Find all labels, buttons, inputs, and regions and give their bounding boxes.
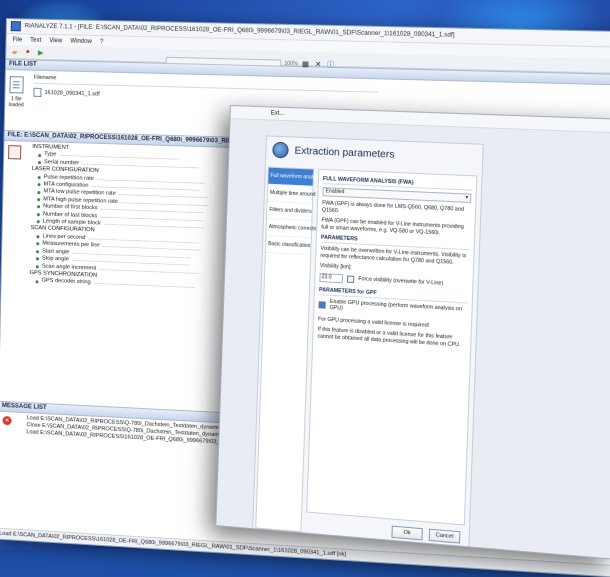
visibility-input[interactable]: 23.0 [319,272,344,283]
bullet-icon [37,205,41,209]
force-visibility-checkbox[interactable] [346,275,355,283]
menu-window[interactable]: Window [70,38,92,45]
menu-text[interactable]: Text [30,37,41,43]
extraction-dialog: Extraction parameters Full waveform anal… [252,135,484,552]
app-icon [10,21,21,32]
nav-full-waveform[interactable]: Full waveform analysis [268,167,322,187]
info-icon[interactable]: ⓘ [326,60,336,69]
progress-bar [165,56,282,67]
bullet-icon [36,250,40,254]
bullet-icon [37,161,42,165]
dialog-backdrop-window: Ext... Extraction parameters Full wavefo… [215,105,610,560]
document-info-icon [8,145,22,160]
dialog-nav: Full waveform analysis Multiple time aro… [255,166,322,533]
ok-button[interactable]: Ok [391,525,423,541]
bullet-icon [37,190,41,194]
bullet-icon [36,213,40,217]
nav-atmospheric[interactable]: Atmospheric correction [266,218,320,239]
bullet-icon [35,279,39,283]
fwa-text-1: FWA (GPF) is always done for LMS-Q560, Q… [321,200,464,215]
bullet-icon [38,153,42,157]
close-icon[interactable]: ✕ [313,59,323,68]
bullet-icon [35,264,39,269]
nav-multiple-time-around[interactable]: Multiple time around [267,184,315,204]
nav-filters[interactable]: Filters and dividers [267,201,312,221]
force-visibility-label: Force visibility (overwrite for V-Line) [358,276,444,287]
menu-help[interactable]: ? [100,39,104,45]
bullet-icon [36,242,40,246]
dialog-header: Extraction parameters [266,136,483,171]
open-folder-icon[interactable]: ▰ [10,47,19,56]
cancel-button[interactable]: Cancel [428,528,461,544]
grid-icon[interactable]: ▦ [301,59,311,68]
bullet-icon [35,257,40,261]
files-loaded-count: 1 file loaded [8,96,24,109]
bullet-icon [36,220,40,224]
settings-pane: FULL WAVEFORM ANALYSIS (FWA) Enabled FWA… [306,168,478,526]
error-icon: ✕ [2,415,12,426]
stop-icon[interactable]: ● [23,47,32,56]
bullet-icon [37,198,41,202]
menu-view[interactable]: View [49,37,62,43]
settings-icon [272,141,289,159]
gpu-checkbox[interactable] [318,301,326,309]
file-name: 161028_090341_1.sdf [44,89,100,98]
dialog-buttons: Ok Cancel [391,525,461,544]
sdf-file-icon [33,87,42,97]
bullet-icon [37,183,41,187]
progress-percent: 100% [284,60,298,67]
bullet-icon [36,235,40,239]
bullet-icon [37,175,41,180]
message-list-title: MESSAGE LIST [1,402,47,412]
file-icon [9,76,24,94]
dialog-heading: Extraction parameters [294,145,395,161]
play-icon[interactable]: ▶ [36,48,45,57]
nav-basic-classification[interactable]: Basic classification [265,235,311,256]
menu-file[interactable]: File [12,37,22,43]
